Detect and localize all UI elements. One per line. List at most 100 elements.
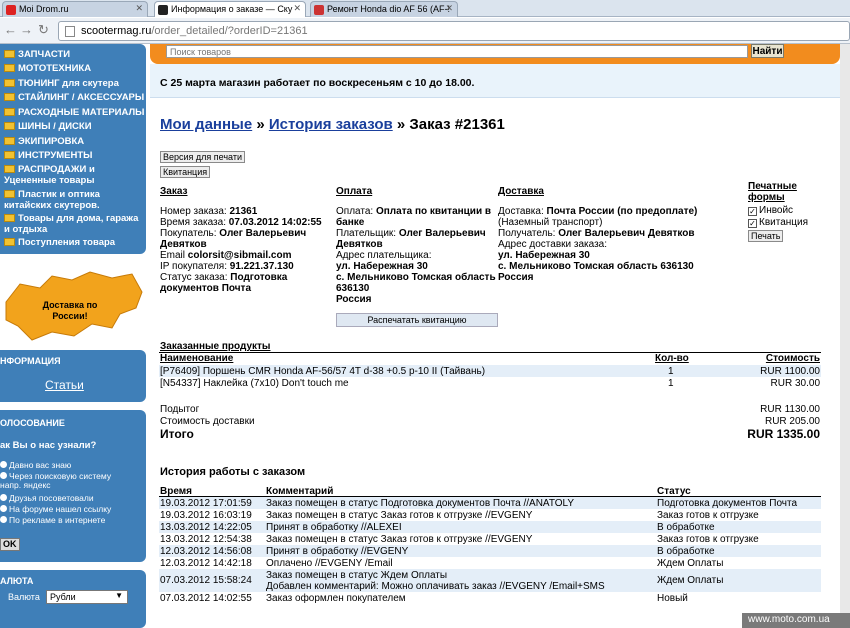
tab-order-info[interactable]: Информация о заказе — Ску ✕ [154, 1, 306, 17]
invoice-checkbox-row[interactable]: ✓ Инвойс [748, 205, 793, 216]
history-comment: Заказ помещен в статус Подготовка докуме… [266, 498, 575, 509]
folder-icon [4, 79, 15, 87]
history-comment: Принят в обработку //EVGENY [266, 546, 409, 557]
radio-icon[interactable] [0, 505, 7, 512]
menu-item-label: ЗАПЧАСТИ [18, 49, 71, 60]
poll-option-1[interactable]: Давно вас знаю [0, 461, 71, 470]
menu-item-plastic[interactable]: Пластик и оптика китайских скутеров. [4, 189, 144, 211]
checkbox-checked-icon[interactable]: ✓ [748, 207, 757, 216]
articles-link[interactable]: Статьи [45, 378, 84, 392]
products-divider [159, 352, 821, 353]
history-time: 07.03.2012 15:58:24 [160, 575, 252, 586]
right-edge [840, 44, 850, 628]
receiver-name: Олег Валерьевич Девятков [558, 228, 695, 239]
col-qty-header: Кол-во [655, 353, 689, 364]
search-button[interactable]: Найти [751, 44, 784, 58]
poll-ok-button[interactable]: OK [0, 538, 20, 551]
menu-item-label: ИНСТРУМЕНТЫ [18, 150, 93, 161]
option-label: На форуме нашел ссылку [9, 504, 112, 514]
tab-honda-repair[interactable]: Ремонт Honda dio AF 56 (AF-! ✕ [310, 1, 458, 17]
promo-text: Доставка по России! [42, 300, 98, 321]
history-status: В обработке [657, 546, 715, 557]
watermark: www.moto.com.ua [742, 613, 850, 628]
poll-option-4[interactable]: На форуме нашел ссылку [0, 505, 111, 514]
forward-arrow-icon[interactable]: → [20, 22, 33, 37]
order-time: 07.03.2012 14:02:55 [228, 217, 322, 228]
radio-icon[interactable] [0, 472, 7, 479]
print-receipt-button[interactable]: Распечатать квитанцию [336, 313, 498, 327]
breadcrumb-separator: » [256, 116, 265, 133]
delivery-heading: Доставка [498, 186, 544, 197]
buyer-label: Покупатель: [160, 228, 217, 239]
folder-icon [4, 122, 15, 130]
chevron-down-icon: ▼ [115, 591, 123, 600]
total-value: RUR 1335.00 [747, 427, 820, 441]
delivery-address-label: Адрес доставки заказа: [498, 239, 607, 250]
order-number-label: Номер заказа: [160, 206, 227, 217]
radio-icon[interactable] [0, 494, 7, 501]
currency-title: АЛЮТА [0, 576, 34, 586]
delivery-promo[interactable]: Доставка по России! [0, 262, 146, 346]
menu-item-label: РАСХОДНЫЕ МАТЕРИАЛЫ [18, 107, 145, 118]
total-label: Итого [160, 427, 194, 441]
menu-item-sales[interactable]: РАСПРОДАЖИ и Уцененные товары [4, 164, 134, 186]
poll-option-2[interactable]: Через поисковую систему напр. яндекс [0, 472, 126, 490]
menu-item-moto[interactable]: МОТОТЕХНИКА [4, 63, 91, 74]
scooter-favicon-icon [158, 5, 168, 15]
product-cost: RUR 1100.00 [760, 366, 820, 377]
folder-icon [4, 137, 15, 145]
currency-select[interactable]: Рубли ▼ [46, 590, 128, 604]
menu-item-home[interactable]: Товары для дома, гаража и отдыха [4, 213, 146, 235]
delivery-address-street: ул. Набережная 30 [498, 250, 590, 261]
menu-item-consumables[interactable]: РАСХОДНЫЕ МАТЕРИАЛЫ [4, 107, 144, 118]
history-time: 13.03.2012 14:22:05 [160, 522, 252, 533]
folder-icon [4, 214, 15, 222]
currency-label: Валюта [8, 592, 40, 602]
subtotal-value: RUR 1130.00 [760, 404, 820, 415]
print-button[interactable]: Печать [748, 230, 784, 242]
menu-item-tuning[interactable]: ТЮНИНГ для скутера [4, 78, 119, 89]
print-version-button[interactable]: Версия для печати [160, 151, 246, 163]
receipt-checkbox-row[interactable]: ✓ Квитанция [748, 217, 808, 228]
menu-item-parts[interactable]: ЗАПЧАСТИ [4, 49, 70, 60]
menu-item-label: РАСПРОДАЖИ и Уцененные товары [4, 164, 95, 186]
history-status: Подготовка документов Почта [657, 498, 798, 509]
announcement-bar: С 25 марта магазин работает по воскресен… [150, 64, 840, 98]
tab-drom[interactable]: Moi Drom.ru ✕ [2, 1, 148, 17]
history-time: 12.03.2012 14:42:18 [160, 558, 252, 569]
menu-item-arrivals[interactable]: Поступления товара [4, 237, 115, 248]
info-box: НФОРМАЦИЯ Статьи [0, 350, 146, 402]
search-bar: Найти [150, 44, 840, 64]
order-history-link[interactable]: История заказов [269, 116, 393, 133]
payment-details: Оплата: Оплата по квитанции в банке Плат… [336, 206, 496, 305]
my-data-link[interactable]: Мои данные [160, 116, 252, 133]
payer-address-street: ул. Набережная 30 [336, 261, 428, 272]
close-tab-icon[interactable]: ✕ [293, 3, 301, 14]
checkbox-checked-icon[interactable]: ✓ [748, 219, 757, 228]
option-label: По рекламе в интернете [9, 515, 106, 525]
print-forms-heading: Печатные формы [748, 181, 797, 203]
back-arrow-icon[interactable]: ← [4, 22, 17, 37]
menu-item-styling[interactable]: СТАЙЛИНГ / АКСЕССУАРЫ [4, 92, 144, 103]
sidebar: ЗАПЧАСТИ МОТОТЕХНИКА ТЮНИНГ для скутера … [0, 44, 148, 628]
folder-icon [4, 190, 15, 198]
menu-item-tires[interactable]: ШИНЫ / ДИСКИ [4, 121, 92, 132]
payer-address-city: с. Мельниково Томская область 636130 [336, 272, 496, 294]
menu-item-tools[interactable]: ИНСТРУМЕНТЫ [4, 150, 92, 161]
url-field[interactable]: scootermag.ru/order_detailed/?orderID=21… [58, 21, 850, 41]
product-name: [N54337] Наклейка (7x10) Don't touch me [160, 378, 349, 389]
history-time: 07.03.2012 14:02:55 [160, 593, 252, 604]
menu-item-gear[interactable]: ЭКИПИРОВКА [4, 136, 84, 147]
close-tab-icon[interactable]: ✕ [135, 3, 143, 14]
history-time: 19.03.2012 16:03:19 [160, 510, 252, 521]
close-tab-icon[interactable]: ✕ [445, 3, 453, 14]
radio-icon[interactable] [0, 461, 7, 468]
receipt-button[interactable]: Квитанция [160, 166, 211, 178]
search-input[interactable] [166, 45, 748, 58]
radio-icon[interactable] [0, 516, 7, 523]
folder-icon [4, 93, 15, 101]
poll-option-3[interactable]: Друзья посоветовали [0, 494, 94, 503]
reload-icon[interactable]: ↻ [38, 22, 49, 38]
table-row [159, 545, 821, 557]
poll-option-5[interactable]: По рекламе в интернете [0, 516, 105, 525]
